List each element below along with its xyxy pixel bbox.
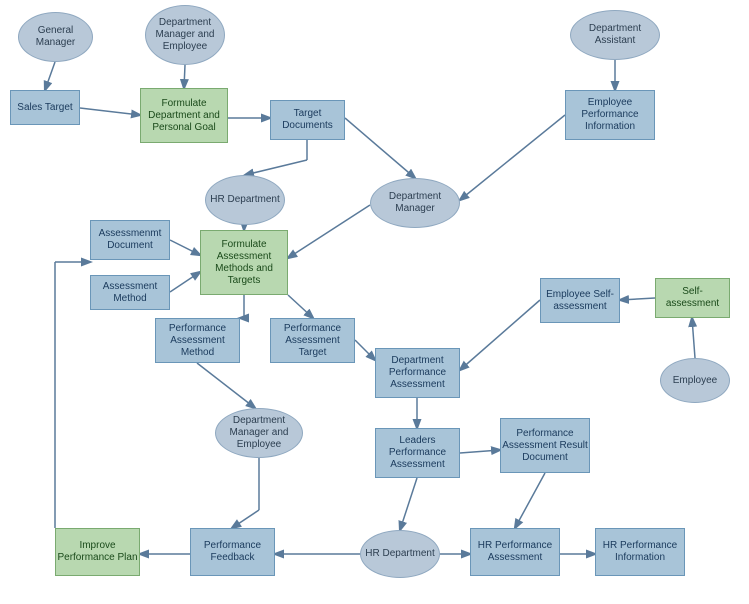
self-assessment-node: Self-assessment: [655, 278, 730, 318]
formulate-dept-goal-node: Formulate Department and Personal Goal: [140, 88, 228, 143]
dept-assistant-node: Department Assistant: [570, 10, 660, 60]
employee-self-assess-node: Employee Self-assessment: [540, 278, 620, 323]
dept-perf-assess-node: Department Performance Assessment: [375, 348, 460, 398]
diagram: General Manager Department Manager and E…: [0, 0, 749, 604]
perf-feedback-node: Performance Feedback: [190, 528, 275, 576]
dept-manager-mid-node: Department Manager: [370, 178, 460, 228]
dept-manager-emp-top-node: Department Manager and Employee: [145, 5, 225, 65]
hr-perf-assess-node: HR Performance Assessment: [470, 528, 560, 576]
target-documents-node: Target Documents: [270, 100, 345, 140]
hr-perf-info-node: HR Performance Information: [595, 528, 685, 576]
perf-assess-method-node: Performance Assessment Method: [155, 318, 240, 363]
hr-department-top-node: HR Department: [205, 175, 285, 225]
formulate-assessment-node: Formulate Assessment Methods and Targets: [200, 230, 288, 295]
assessment-method-node: Assessment Method: [90, 275, 170, 310]
perf-assess-target-node: Performance Assessment Target: [270, 318, 355, 363]
perf-assess-result-node: Performance Assessment Result Document: [500, 418, 590, 473]
dept-manager-emp-bot-node: Department Manager and Employee: [215, 408, 303, 458]
hr-department-bot-node: HR Department: [360, 530, 440, 578]
employee-perf-info-node: Employee Performance Information: [565, 90, 655, 140]
general-manager-node: General Manager: [18, 12, 93, 62]
improve-perf-plan-node: Improve Performance Plan: [55, 528, 140, 576]
assessment-doc-node: Assessmenmt Document: [90, 220, 170, 260]
leaders-perf-assess-node: Leaders Performance Assessment: [375, 428, 460, 478]
employee-node: Employee: [660, 358, 730, 403]
sales-target-node: Sales Target: [10, 90, 80, 125]
